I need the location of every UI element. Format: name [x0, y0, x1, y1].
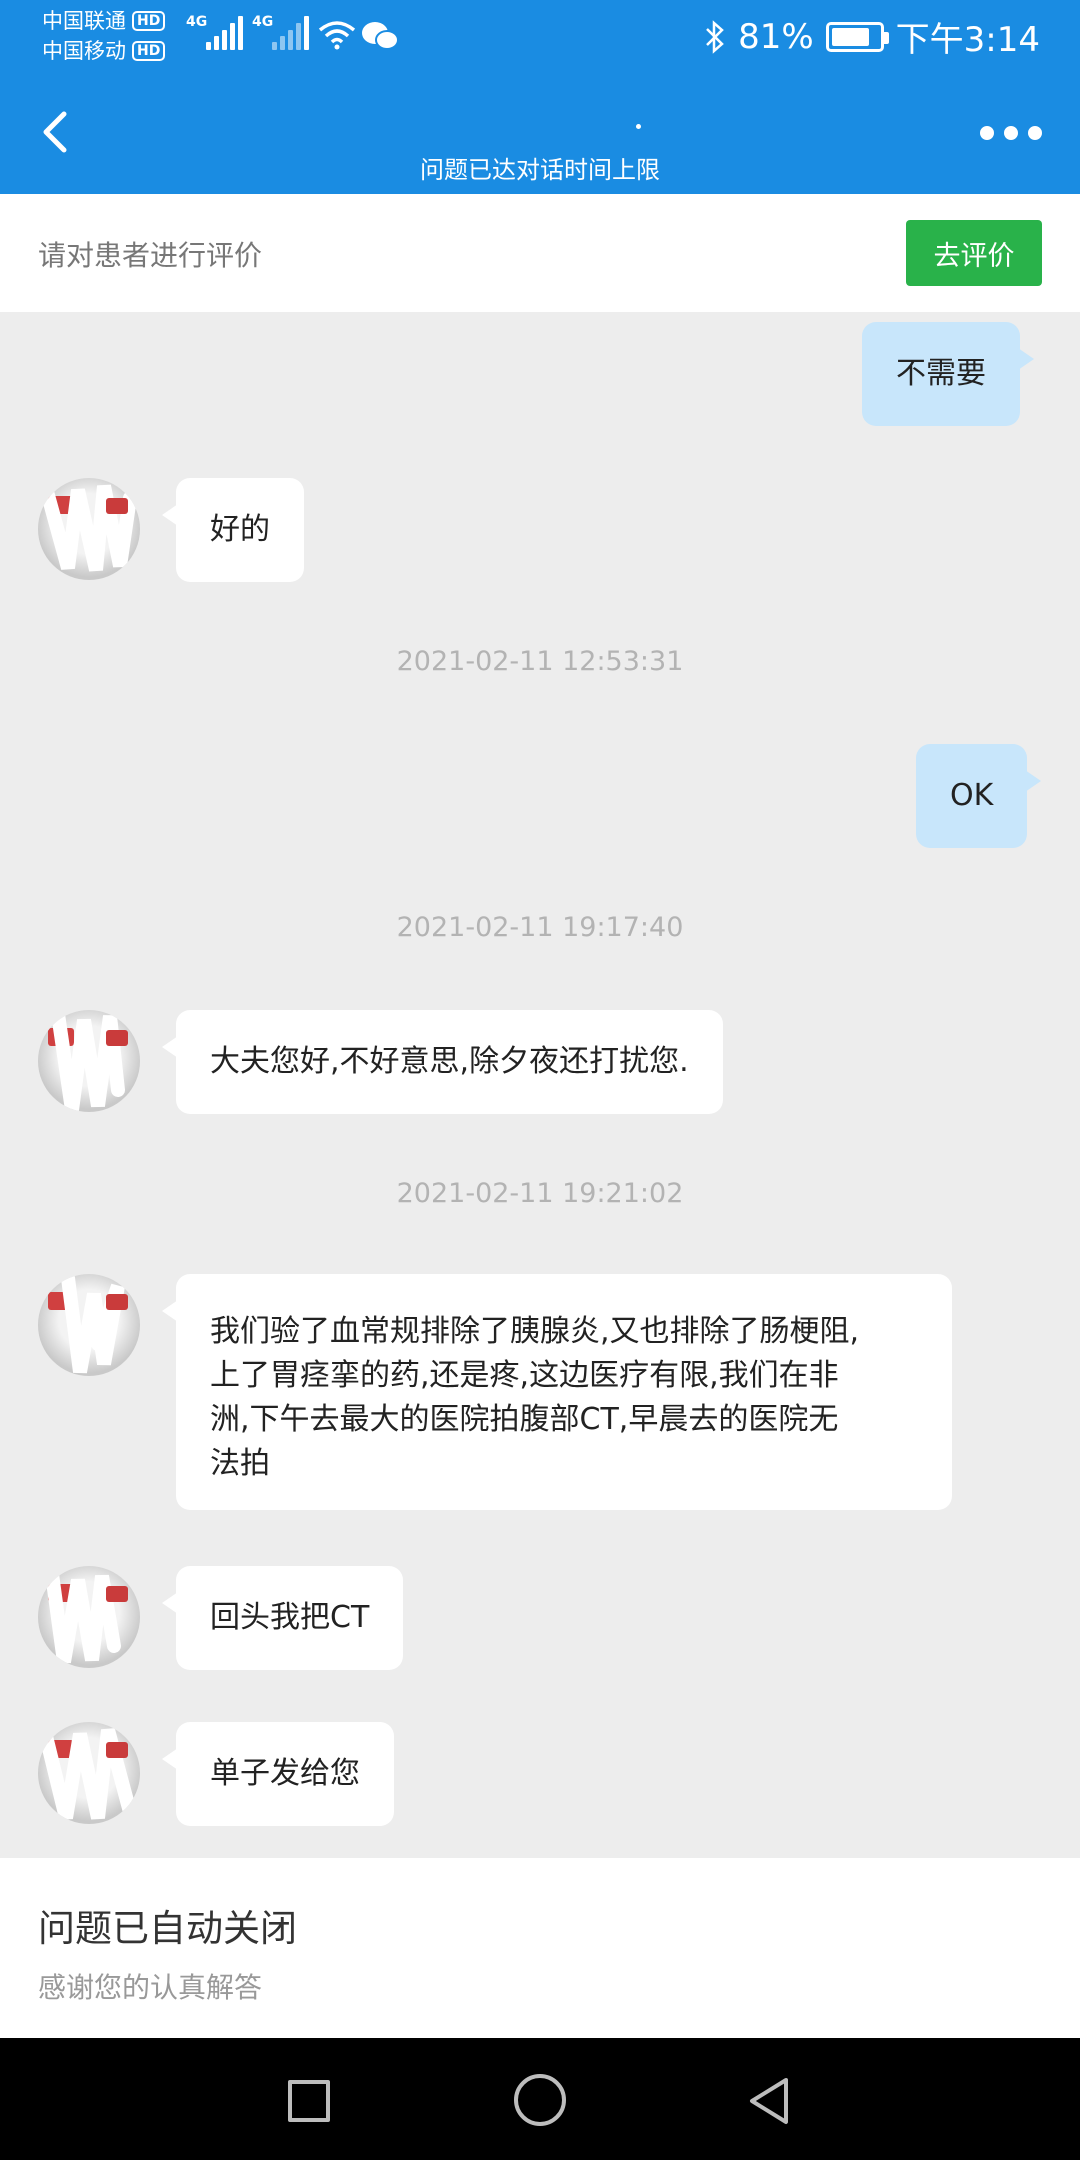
message-bubble-received[interactable]: 大夫您好,不好意思,除夕夜还打扰您. — [162, 1010, 723, 1114]
message-line: 我们验了血常规排除了胰腺炎,又也排除了肠梗阻, — [210, 1314, 860, 1349]
battery-icon — [825, 21, 889, 52]
battery-fill — [831, 27, 869, 46]
home-icon[interactable] — [514, 2074, 566, 2126]
review-bar: 请对患者进行评价 去评价 — [0, 194, 1080, 312]
carrier-info: 中国联通 HD 中国移动 HD — [42, 6, 166, 66]
recent-apps-icon[interactable] — [288, 2080, 330, 2122]
wechat-icon — [362, 22, 399, 50]
message-bubble-sent[interactable]: OK — [916, 744, 1042, 848]
message-bubble-received[interactable]: 单子发给您 — [162, 1722, 394, 1826]
system-nav-bar — [0, 2038, 1080, 2160]
message-text: 我们验了血常规排除了胰腺炎,又也排除了肠梗阻, 上了胃痉挛的药,还是疼,这边医疗… — [210, 1310, 859, 1486]
clock: 下午3:14 — [895, 20, 1040, 60]
message-bubble-received[interactable]: 我们验了血常规排除了胰腺炎,又也排除了肠梗阻, 上了胃痉挛的药,还是疼,这边医疗… — [162, 1274, 952, 1510]
wifi-icon — [318, 21, 356, 50]
hd-badge: HD — [132, 11, 166, 31]
message-line: 上了胃痉挛的药,还是疼,这边医疗有限,我们在非 — [210, 1358, 839, 1393]
status-right: 81% 下午3:14 — [704, 12, 1040, 61]
avatar[interactable] — [38, 1274, 140, 1376]
chat-header: 问题已达对话时间上限 — [0, 72, 1080, 194]
back-nav-icon[interactable] — [746, 2076, 792, 2126]
timestamp: 2021-02-11 19:17:40 — [396, 912, 684, 943]
carrier-1: 中国联通 — [42, 9, 126, 33]
message-line: 洲,下午去最大的医院拍腹部CT,早晨去的医院无 — [210, 1402, 839, 1437]
signal-icon — [206, 14, 243, 50]
battery-percent: 81% — [738, 16, 814, 57]
hd-badge: HD — [132, 41, 166, 61]
chat-status-subtitle: 问题已达对话时间上限 — [420, 156, 660, 184]
signal-icon — [272, 14, 309, 50]
message-bubble-received[interactable]: 回头我把CT — [161, 1566, 404, 1670]
network-type-2: 4G — [252, 14, 274, 30]
avatar[interactable] — [38, 1566, 140, 1668]
closed-title: 问题已自动关闭 — [38, 1907, 297, 1950]
review-prompt: 请对患者进行评价 — [38, 239, 263, 272]
more-options-icon[interactable] — [980, 126, 1042, 140]
avatar[interactable] — [38, 478, 140, 580]
status-bar: 中国联通 HD 中国移动 HD 4G 4G 81% 下午3:14 — [0, 0, 1080, 72]
redaction-scribble — [45, 1567, 121, 1664]
title-dot — [636, 124, 641, 129]
message-line: 法拍 — [210, 1446, 270, 1481]
carrier-2: 中国移动 — [42, 39, 126, 63]
closed-subtitle: 感谢您的认真解答 — [38, 1971, 263, 2004]
redaction-scribble — [38, 1722, 137, 1820]
message-bubble-received[interactable]: 好的 — [162, 478, 304, 582]
timestamp: 2021-02-11 19:21:02 — [396, 1178, 684, 1209]
avatar[interactable] — [38, 1010, 140, 1112]
avatar[interactable] — [38, 1722, 140, 1824]
redaction-scribble — [51, 1010, 125, 1112]
message-bubble-sent[interactable]: 不需要 — [862, 322, 1034, 426]
review-button[interactable]: 去评价 — [906, 220, 1042, 286]
network-type-1: 4G — [186, 14, 208, 30]
timestamp: 2021-02-11 12:53:31 — [396, 646, 684, 677]
closed-notice: 问题已自动关闭 感谢您的认真解答 — [0, 1858, 1080, 2038]
bluetooth-icon — [706, 19, 724, 54]
redaction-scribble — [39, 481, 137, 572]
redaction-scribble — [61, 1274, 125, 1374]
